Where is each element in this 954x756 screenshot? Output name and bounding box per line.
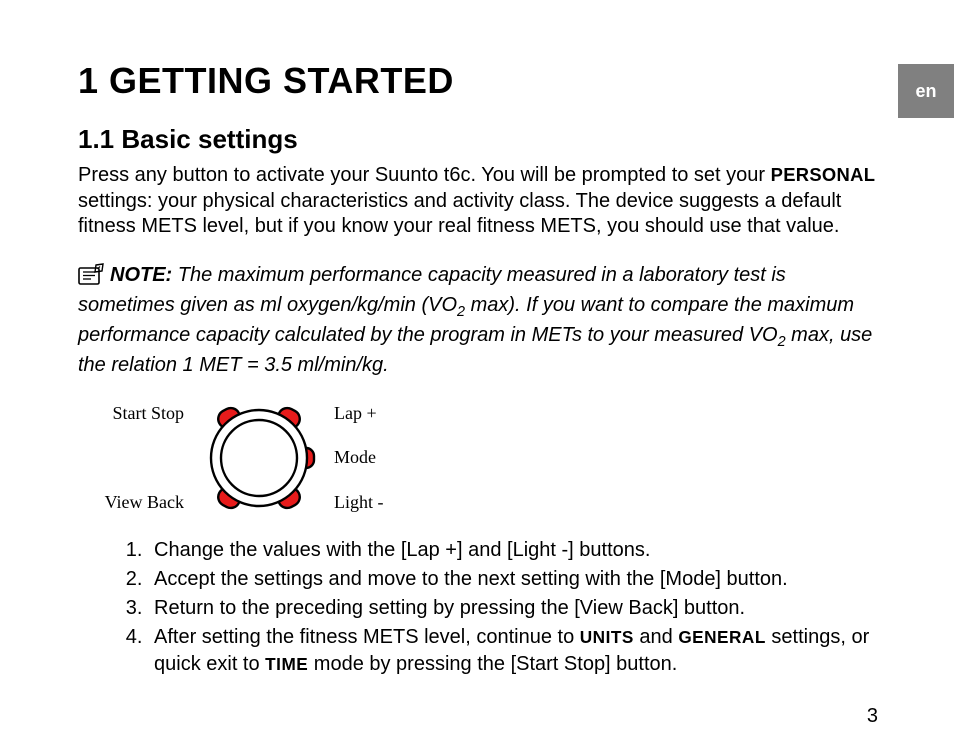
step-1: Change the values with the [Lap +] and […	[148, 537, 878, 564]
section-title: Basic settings	[121, 124, 297, 154]
page-content: 1 GETTING STARTED 1.1 Basic settings Pre…	[0, 0, 954, 678]
label-view-back: View Back	[80, 492, 184, 513]
subscript: 2	[457, 304, 465, 320]
smallcaps-general: GENERAL	[678, 627, 766, 647]
watch-icon	[194, 393, 324, 523]
text: mode by pressing the [Start Stop] button…	[308, 653, 677, 675]
label-start-stop: Start Stop	[80, 403, 184, 424]
label-mode: Mode	[334, 447, 414, 468]
diagram-labels-left: Start Stop View Back	[80, 403, 184, 513]
chapter-heading: 1 GETTING STARTED	[78, 60, 878, 102]
smallcaps-personal: PERSONAL	[771, 164, 876, 185]
label-light-minus: Light -	[334, 492, 414, 513]
intro-paragraph: Press any button to activate your Suunto…	[78, 163, 878, 240]
step-2: Accept the settings and move to the next…	[148, 566, 878, 593]
text: and	[634, 626, 678, 648]
language-tab: en	[898, 64, 954, 118]
note-label: NOTE:	[110, 264, 172, 286]
note-icon	[78, 263, 106, 292]
chapter-number: 1	[78, 60, 99, 101]
step-3: Return to the preceding setting by press…	[148, 595, 878, 622]
section-heading: 1.1 Basic settings	[78, 124, 878, 155]
watch-diagram: Start Stop View Back Lap + Mode Light -	[80, 393, 878, 523]
label-lap-plus: Lap +	[334, 403, 414, 424]
page-number: 3	[867, 705, 878, 728]
step-4: After setting the fitness METS level, co…	[148, 624, 878, 678]
smallcaps-time: TIME	[265, 654, 308, 674]
text: After setting the fitness METS level, co…	[154, 626, 580, 648]
text: Press any button to activate your Suunto…	[78, 164, 771, 186]
text: settings: your physical characteristics …	[78, 190, 841, 238]
smallcaps-units: UNITS	[580, 627, 634, 647]
subscript: 2	[778, 334, 786, 350]
note-paragraph: NOTE: The maximum performance capacity m…	[78, 262, 878, 379]
chapter-title: GETTING STARTED	[109, 60, 454, 101]
steps-list: Change the values with the [Lap +] and […	[148, 537, 878, 678]
diagram-labels-right: Lap + Mode Light -	[334, 403, 414, 513]
section-number: 1.1	[78, 124, 114, 154]
